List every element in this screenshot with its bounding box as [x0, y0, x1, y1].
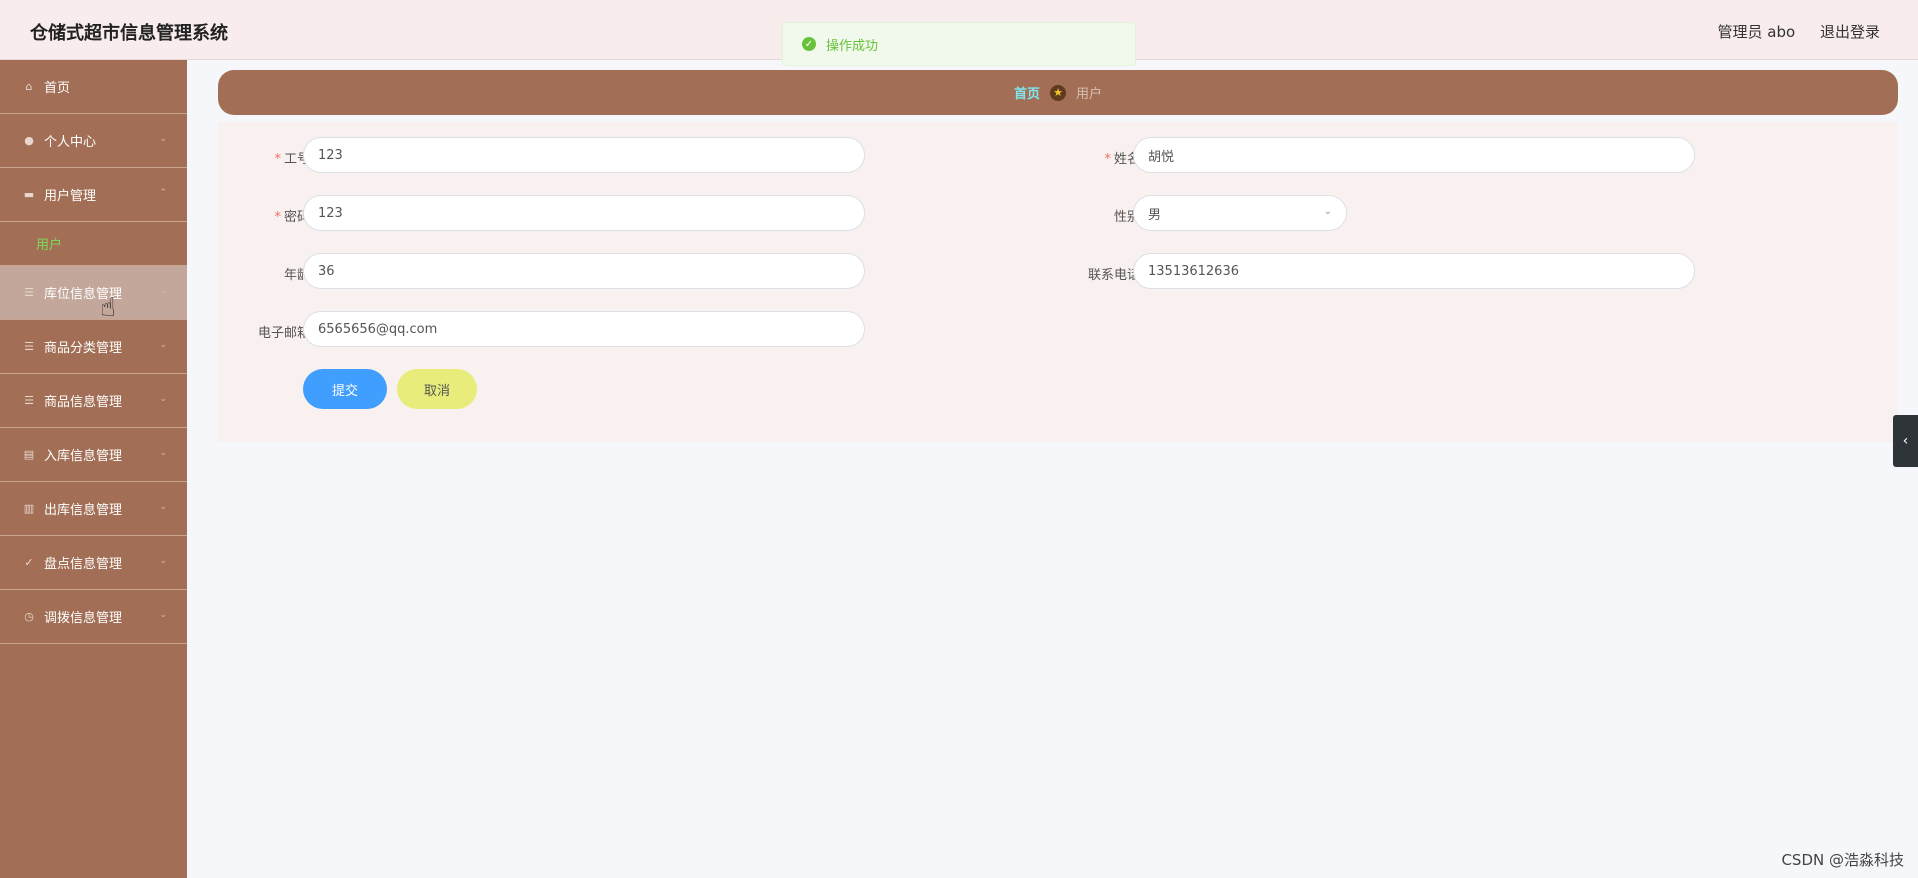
- sidebar-item-goods[interactable]: ☰ 商品信息管理 ⌄: [0, 374, 187, 428]
- sidebar-item-label: 入库信息管理: [44, 449, 123, 464]
- user-icon: ●: [24, 134, 34, 147]
- sidebar-item-label: 出库信息管理: [44, 503, 123, 518]
- sidebar-item-label: 个人中心: [44, 135, 97, 150]
- chevron-down-icon: ⌄: [159, 134, 167, 144]
- toast-message: 操作成功: [826, 38, 879, 54]
- youxiang-label: 电子邮箱: [257, 326, 310, 341]
- clock-icon: ◷: [24, 610, 34, 623]
- chevron-down-icon: ⌄: [1323, 206, 1332, 217]
- sidebar-item-inventory[interactable]: ✓ 盘点信息管理 ⌄: [0, 536, 187, 590]
- mima-label: * 密码: [274, 210, 310, 225]
- xingbie-label: 性别: [1113, 210, 1140, 225]
- logout-link[interactable]: 退出登录: [1820, 23, 1880, 41]
- users-icon: ▬: [23, 188, 35, 201]
- user-form: * 工号 123 * 姓名 胡悦 * 密码 123 性别 男 ⌄ 年龄 36 联系电话…: [218, 122, 1898, 442]
- sidebar-item-location[interactable]: ☰ 库位信息管理 ⌄: [0, 266, 187, 320]
- breadcrumb-home[interactable]: 首页: [1014, 83, 1040, 102]
- sidebar-item-label: 首页: [44, 81, 71, 96]
- sidebar-item-label: 商品信息管理: [44, 395, 123, 410]
- xingbie-value: 男: [1148, 207, 1162, 223]
- chevron-down-icon: ⌄: [159, 340, 167, 350]
- sidebar-item-transfer[interactable]: ◷ 调拨信息管理 ⌄: [0, 590, 187, 644]
- chevron-down-icon: ⌄: [159, 286, 167, 296]
- breadcrumb-current: 用户: [1076, 87, 1103, 102]
- watermark: CSDN @浩淼科技: [1781, 851, 1904, 869]
- gonghao-label: * 工号: [274, 152, 310, 167]
- xingbie-select[interactable]: 男 ⌄: [1133, 195, 1347, 231]
- sidebar-item-inbound[interactable]: ▤ 入库信息管理 ⌄: [0, 428, 187, 482]
- breadcrumb: 首页 ★ 用户: [218, 70, 1898, 115]
- cancel-button[interactable]: 取消: [397, 369, 477, 409]
- chevron-down-icon: ⌄: [159, 610, 167, 620]
- sidebar-item-user-management[interactable]: ▬ 用户管理 ⌃: [0, 168, 187, 222]
- check-icon: ✓: [24, 556, 34, 569]
- lianxidianhua-input[interactable]: 13513612636: [1133, 253, 1695, 289]
- mima-input[interactable]: 123: [303, 195, 865, 231]
- nianling-input[interactable]: 36: [303, 253, 865, 289]
- chevron-down-icon: ⌄: [159, 502, 167, 512]
- sidebar-item-label: 用户管理: [44, 189, 97, 204]
- list-icon: ☰: [24, 286, 34, 299]
- hand-cursor-icon: ☝: [100, 293, 116, 323]
- xingming-label: * 姓名: [1104, 152, 1140, 167]
- xingming-input[interactable]: 胡悦: [1133, 137, 1695, 173]
- sidebar-subitem-users[interactable]: 用户: [0, 222, 187, 266]
- sidebar: ⌂ 首页 ● 个人中心 ⌄ ▬ 用户管理 ⌃ 用户 ☰ 库位信息管理 ⌄ ☰ 商…: [0, 60, 187, 878]
- home-icon: ⌂: [25, 80, 33, 93]
- outbox-icon: ▥: [23, 502, 35, 515]
- lianxidianhua-label: 联系电话: [1087, 268, 1140, 283]
- youxiang-input[interactable]: 6565656@qq.com: [303, 311, 865, 347]
- sidebar-item-label: 调拨信息管理: [44, 611, 123, 626]
- chevron-up-icon: ⌃: [159, 188, 167, 198]
- app-title: 仓储式超市信息管理系统: [30, 23, 228, 44]
- sidebar-item-home[interactable]: ⌂ 首页: [0, 60, 187, 114]
- chevron-left-icon[interactable]: ‹: [1893, 415, 1918, 467]
- sidebar-item-label: 盘点信息管理: [44, 557, 123, 572]
- sidebar-item-outbound[interactable]: ▥ 出库信息管理 ⌄: [0, 482, 187, 536]
- check-circle-icon: ✓: [802, 37, 816, 51]
- admin-user-label: 管理员 abo: [1717, 23, 1796, 41]
- star-icon: ★: [1050, 84, 1066, 101]
- sidebar-item-profile[interactable]: ● 个人中心 ⌄: [0, 114, 187, 168]
- header-user-area: 管理员 abo 退出登录: [1698, 21, 1880, 42]
- filter-icon: ☰: [24, 340, 34, 353]
- chevron-down-icon: ⌄: [159, 394, 167, 404]
- sidebar-item-category[interactable]: ☰ 商品分类管理 ⌄: [0, 320, 187, 374]
- list-icon: ☰: [24, 394, 34, 407]
- sidebar-item-label: 商品分类管理: [44, 341, 123, 356]
- chevron-down-icon: ⌄: [159, 556, 167, 566]
- nianling-label: 年龄: [283, 268, 310, 283]
- chevron-down-icon: ⌄: [159, 448, 167, 458]
- submit-button[interactable]: 提交: [303, 369, 387, 409]
- gonghao-input[interactable]: 123: [303, 137, 865, 173]
- success-toast: ✓ 操作成功: [782, 22, 1136, 66]
- inbox-icon: ▤: [23, 448, 35, 461]
